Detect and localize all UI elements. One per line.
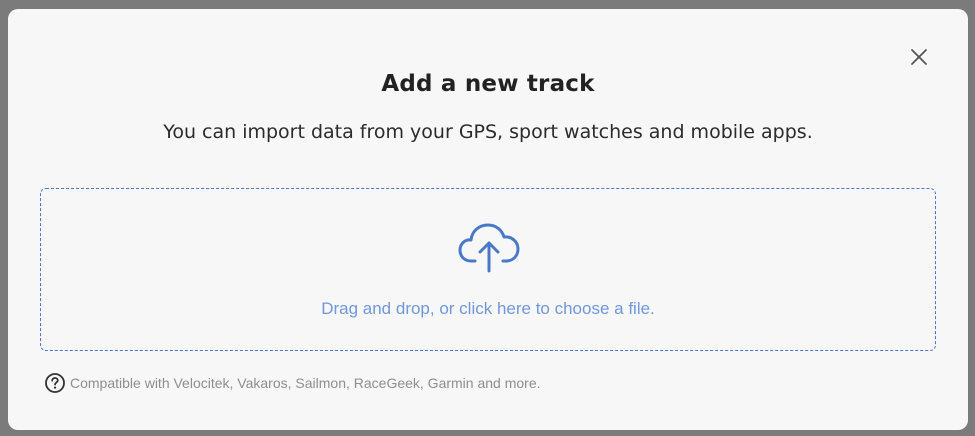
- question-circle-icon: [45, 373, 65, 393]
- dropzone-text[interactable]: Drag and drop, or click here to choose a…: [41, 299, 935, 319]
- modal-subtitle: You can import data from your GPS, sport…: [163, 121, 813, 143]
- close-button[interactable]: [908, 46, 930, 68]
- compatibility-text: Compatible with Velocitek, Vakaros, Sail…: [70, 375, 541, 391]
- add-track-modal: Add a new track You can import data from…: [8, 9, 968, 430]
- close-icon[interactable]: [908, 46, 930, 68]
- file-dropzone[interactable]: Drag and drop, or click here to choose a…: [40, 188, 936, 351]
- compatibility-note: Compatible with Velocitek, Vakaros, Sail…: [44, 371, 541, 395]
- cloud-upload-icon: [458, 223, 520, 273]
- modal-title: Add a new track: [381, 71, 595, 97]
